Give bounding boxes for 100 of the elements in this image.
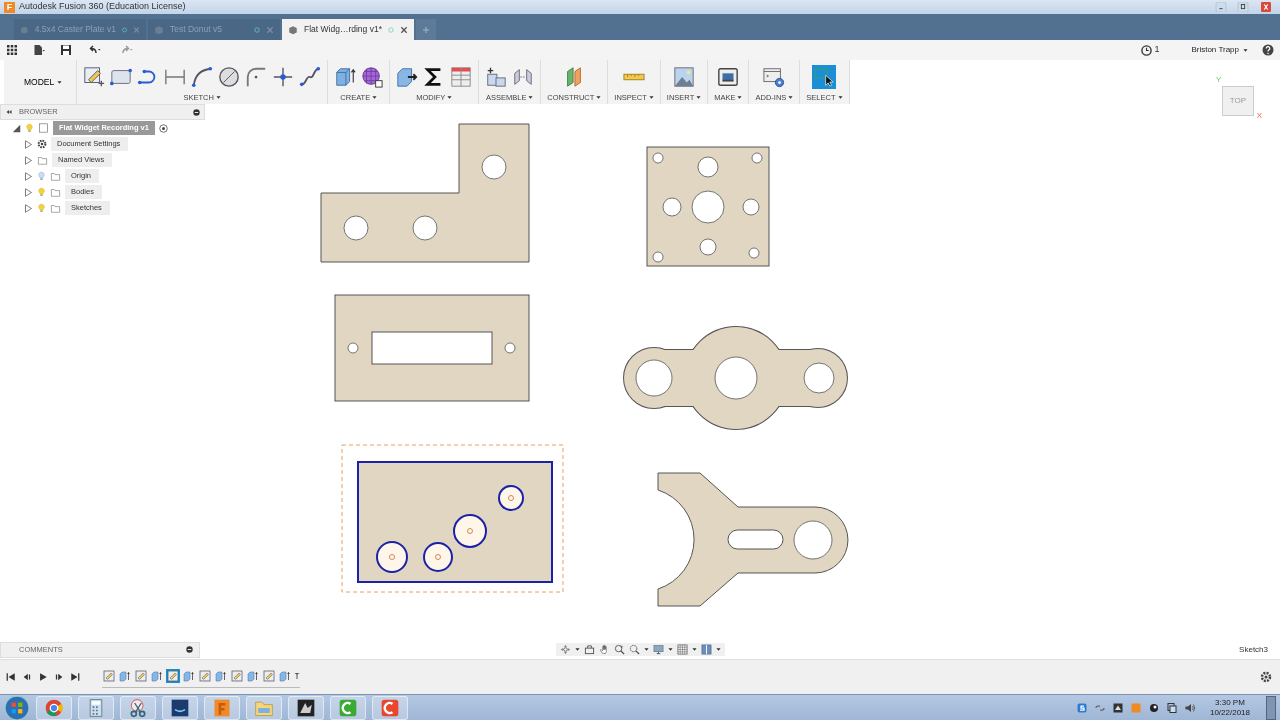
target-icon[interactable] [158,123,168,133]
caret-icon [667,647,673,652]
joint-icon[interactable] [485,66,508,88]
cube-icon [154,24,164,35]
script-gear-icon[interactable] [763,66,786,88]
volume-icon[interactable] [1183,701,1196,714]
minus-circle-icon[interactable] [186,646,193,653]
sync-icon [254,26,260,33]
tray-app-icon[interactable] [1111,701,1124,714]
extrude-feature[interactable] [118,668,132,683]
printer-icon[interactable] [717,66,740,88]
caret-icon [691,647,697,652]
display-icon[interactable] [652,644,664,655]
clock-icon[interactable] [1141,44,1153,56]
play-icon[interactable] [38,672,48,682]
sync-icon [388,26,394,33]
app-icon [296,697,316,718]
expand-arrow-icon[interactable] [24,139,33,149]
grid-sphere-icon[interactable] [361,66,384,88]
extrude-feature[interactable] [246,668,260,683]
crosshair-icon[interactable] [272,66,295,88]
sketch-drawing[interactable] [357,461,553,583]
caret-icon [596,95,602,101]
sync-icon [121,26,128,33]
cube-arrow-icon[interactable] [396,66,419,88]
expand-arrow-icon[interactable] [12,123,21,133]
expand-arrow-icon[interactable] [24,187,33,197]
sketch-icon[interactable] [83,66,106,88]
extrude-feature[interactable] [214,668,228,683]
window-title: Autodesk Fusion 360 (Education License) [19,0,187,14]
music-app-icon [170,697,190,718]
cube-icon [20,24,29,35]
show-desktop-button[interactable] [1266,695,1276,720]
viewports-icon[interactable] [700,644,712,655]
file-icon[interactable] [32,44,46,56]
extrude-feature[interactable] [182,668,196,683]
circle-icon[interactable] [218,66,241,88]
caret-icon [1243,47,1248,53]
start-button-icon[interactable] [4,694,30,720]
extrude-icon [215,669,227,682]
document-tab[interactable]: Flat Widg…rding v1* [282,19,414,40]
select-tool-button[interactable] [812,65,837,89]
step-back-icon[interactable] [22,672,32,682]
sketch-icon [167,669,179,682]
sketch-icon [231,669,243,682]
step-forward-icon[interactable] [54,672,64,682]
network-icon[interactable] [1165,701,1178,714]
folder-icon [37,155,48,165]
zoom-window-icon[interactable] [628,644,640,655]
skip-end-icon[interactable] [70,672,80,682]
restore-icon[interactable] [1234,2,1252,12]
close-icon[interactable] [400,25,408,34]
fillet-icon[interactable] [245,66,268,88]
orbit-icon[interactable] [559,644,571,655]
scissors-icon [128,697,148,718]
sketch-icon [263,669,275,682]
expand-arrow-icon[interactable] [24,155,33,165]
pan-hand-icon[interactable] [598,644,610,655]
taskbar-app[interactable] [162,695,198,720]
clock-date[interactable]: 10/22/2018 [1209,707,1250,718]
clock-time[interactable]: 3:30 PM [1209,697,1250,708]
help-icon[interactable] [1262,44,1274,56]
align-icon[interactable] [512,66,535,88]
spline-icon[interactable] [299,66,322,88]
save-icon[interactable] [60,44,72,56]
sketch-icon [103,669,115,682]
gear-icon [37,139,47,149]
skip-start-icon[interactable] [6,672,16,682]
box-arrow-icon[interactable] [334,66,357,88]
extrude-icon [151,669,163,682]
collapse-icon[interactable] [5,109,13,115]
arc-icon[interactable] [191,66,214,88]
extrude-feature[interactable] [278,668,292,683]
apps-grid-icon[interactable] [6,44,18,56]
zoom-icon[interactable] [613,644,625,655]
sketch-feature[interactable] [166,668,180,683]
fusion-app-icon [212,697,232,718]
caret-icon [447,95,453,101]
caret-icon [372,95,378,101]
cursor-icon [814,67,835,87]
grid-icon[interactable] [676,644,688,655]
expand-arrow-icon[interactable] [24,171,33,181]
rectangle-icon[interactable] [110,66,133,88]
image-icon[interactable] [673,66,696,88]
plus-icon [422,24,430,35]
axis-label: Y [1216,74,1222,86]
look-at-icon[interactable] [583,644,595,655]
minus-circle-icon[interactable] [193,108,200,116]
app-icon [380,697,400,718]
caret-icon [574,647,580,652]
extrude-icon [183,669,195,682]
sync-app-icon[interactable] [1075,701,1088,714]
user-menu[interactable]: Briston Trapp [1191,44,1248,56]
taskbar-app[interactable] [288,695,324,720]
expand-arrow-icon[interactable] [24,203,33,213]
caret-icon [715,647,721,652]
app-logo: F [4,1,15,13]
extrude-feature[interactable] [150,668,164,683]
tray-app-icon[interactable] [1147,701,1160,714]
gear-icon[interactable] [1260,671,1272,683]
